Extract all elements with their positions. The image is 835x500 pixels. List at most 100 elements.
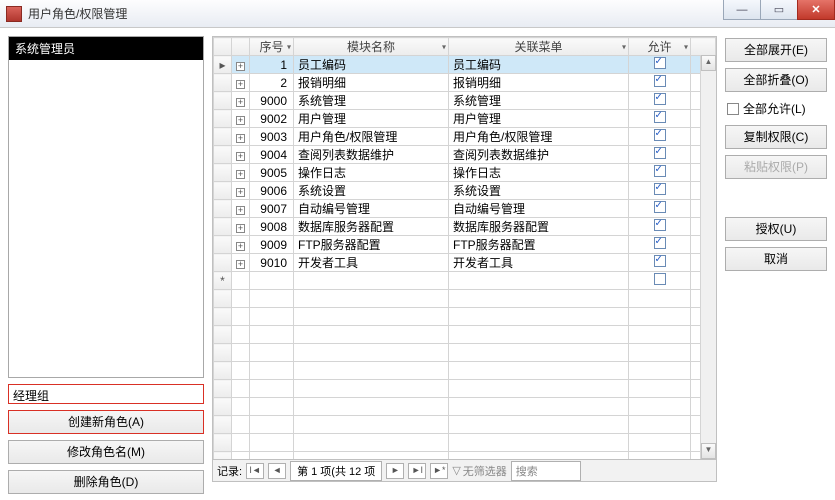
nav-last-button[interactable]: ►I — [408, 463, 426, 479]
allow-cell[interactable] — [629, 128, 691, 146]
allow-cell[interactable] — [629, 236, 691, 254]
nav-prev-button[interactable]: ◄ — [268, 463, 286, 479]
expand-header[interactable] — [232, 38, 250, 56]
minimize-button[interactable]: — — [723, 0, 761, 20]
scroll-up-button[interactable]: ▲ — [701, 55, 716, 71]
table-row[interactable]: +9004查阅列表数据维护查阅列表数据维护 — [214, 146, 716, 164]
module-cell[interactable]: 操作日志 — [294, 164, 449, 182]
record-selector[interactable] — [214, 200, 232, 218]
nav-filter[interactable]: ▽ 无筛选器 — [452, 463, 506, 479]
delete-role-button[interactable]: 删除角色(D) — [8, 470, 204, 494]
allow-cell[interactable] — [629, 200, 691, 218]
collapse-all-button[interactable]: 全部折叠(O) — [725, 68, 827, 92]
expand-cell[interactable]: + — [232, 110, 250, 128]
seq-cell[interactable]: 9007 — [250, 200, 294, 218]
new-record-row[interactable]: * — [214, 272, 716, 290]
maximize-button[interactable]: ▭ — [760, 0, 798, 20]
seq-cell[interactable]: 2 — [250, 74, 294, 92]
record-selector[interactable] — [214, 236, 232, 254]
table-row[interactable]: +2报销明细报销明细 — [214, 74, 716, 92]
table-row[interactable]: ▸+1员工编码员工编码 — [214, 56, 716, 74]
menu-cell[interactable]: 系统设置 — [449, 182, 629, 200]
nav-new-button[interactable]: ►* — [430, 463, 448, 479]
scroll-down-button[interactable]: ▼ — [701, 443, 716, 459]
permissions-grid[interactable]: 序号▾ 模块名称▾ 关联菜单▾ 允许▾ ▸+1员工编码员工编码+2报销明细报销明… — [213, 37, 716, 459]
menu-cell[interactable]: FTP服务器配置 — [449, 236, 629, 254]
create-role-button[interactable]: 创建新角色(A) — [8, 410, 204, 434]
record-selector[interactable] — [214, 110, 232, 128]
rename-role-button[interactable]: 修改角色名(M) — [8, 440, 204, 464]
module-cell[interactable]: 员工编码 — [294, 56, 449, 74]
seq-cell[interactable]: 9006 — [250, 182, 294, 200]
module-cell[interactable]: 自动编号管理 — [294, 200, 449, 218]
seq-cell[interactable]: 9002 — [250, 110, 294, 128]
record-selector[interactable]: ▸ — [214, 56, 232, 74]
allow-cell[interactable] — [629, 92, 691, 110]
table-row[interactable]: +9002用户管理用户管理 — [214, 110, 716, 128]
expand-cell[interactable]: + — [232, 74, 250, 92]
record-selector[interactable] — [214, 146, 232, 164]
record-selector[interactable] — [214, 164, 232, 182]
seq-cell[interactable]: 9005 — [250, 164, 294, 182]
menu-cell[interactable]: 用户角色/权限管理 — [449, 128, 629, 146]
table-row[interactable]: +9006系统设置系统设置 — [214, 182, 716, 200]
nav-search-input[interactable]: 搜索 — [511, 461, 581, 481]
expand-cell[interactable]: + — [232, 92, 250, 110]
module-cell[interactable]: 数据库服务器配置 — [294, 218, 449, 236]
menu-cell[interactable]: 员工编码 — [449, 56, 629, 74]
table-row[interactable]: +9007自动编号管理自动编号管理 — [214, 200, 716, 218]
new-record-marker[interactable]: * — [214, 272, 232, 290]
module-cell[interactable]: 报销明细 — [294, 74, 449, 92]
allow-cell[interactable] — [629, 56, 691, 74]
allow-cell[interactable] — [629, 110, 691, 128]
module-cell[interactable]: 查阅列表数据维护 — [294, 146, 449, 164]
record-selector[interactable] — [214, 74, 232, 92]
role-name-input[interactable]: 经理组 — [8, 384, 204, 404]
menu-cell[interactable]: 自动编号管理 — [449, 200, 629, 218]
expand-cell[interactable]: + — [232, 254, 250, 272]
allow-cell[interactable] — [629, 182, 691, 200]
cancel-button[interactable]: 取消 — [725, 247, 827, 271]
nav-position[interactable]: 第 1 项(共 12 项 — [290, 461, 382, 481]
record-selector[interactable] — [214, 92, 232, 110]
table-row[interactable]: +9005操作日志操作日志 — [214, 164, 716, 182]
allow-cell[interactable] — [629, 164, 691, 182]
expand-cell[interactable]: + — [232, 146, 250, 164]
expand-cell[interactable]: + — [232, 56, 250, 74]
menu-cell[interactable]: 系统管理 — [449, 92, 629, 110]
menu-cell[interactable]: 查阅列表数据维护 — [449, 146, 629, 164]
menu-header[interactable]: 关联菜单▾ — [449, 38, 629, 56]
seq-cell[interactable]: 1 — [250, 56, 294, 74]
expand-all-button[interactable]: 全部展开(E) — [725, 38, 827, 62]
module-cell[interactable]: 用户管理 — [294, 110, 449, 128]
seq-cell[interactable]: 9008 — [250, 218, 294, 236]
copy-permissions-button[interactable]: 复制权限(C) — [725, 125, 827, 149]
seq-cell[interactable]: 9000 — [250, 92, 294, 110]
module-cell[interactable]: 开发者工具 — [294, 254, 449, 272]
expand-cell[interactable]: + — [232, 200, 250, 218]
menu-cell[interactable]: 报销明细 — [449, 74, 629, 92]
seq-cell[interactable]: 9009 — [250, 236, 294, 254]
expand-cell[interactable]: + — [232, 164, 250, 182]
record-selector[interactable] — [214, 218, 232, 236]
table-row[interactable]: +9003用户角色/权限管理用户角色/权限管理 — [214, 128, 716, 146]
record-selector[interactable] — [214, 254, 232, 272]
table-row[interactable]: +9009FTP服务器配置FTP服务器配置 — [214, 236, 716, 254]
table-row[interactable]: +9008数据库服务器配置数据库服务器配置 — [214, 218, 716, 236]
seq-header[interactable]: 序号▾ — [250, 38, 294, 56]
expand-cell[interactable]: + — [232, 128, 250, 146]
role-list-selected[interactable]: 系统管理员 — [9, 37, 203, 60]
menu-cell[interactable]: 用户管理 — [449, 110, 629, 128]
allow-cell[interactable] — [629, 254, 691, 272]
paste-permissions-button[interactable]: 粘贴权限(P) — [725, 155, 827, 179]
module-cell[interactable]: 用户角色/权限管理 — [294, 128, 449, 146]
expand-cell[interactable]: + — [232, 218, 250, 236]
vertical-scrollbar[interactable]: ▲ ▼ — [700, 55, 716, 459]
menu-cell[interactable]: 开发者工具 — [449, 254, 629, 272]
menu-cell[interactable]: 数据库服务器配置 — [449, 218, 629, 236]
table-row[interactable]: +9010开发者工具开发者工具 — [214, 254, 716, 272]
module-cell[interactable]: 系统设置 — [294, 182, 449, 200]
role-list[interactable]: 系统管理员 — [8, 36, 204, 378]
expand-cell[interactable]: + — [232, 236, 250, 254]
module-header[interactable]: 模块名称▾ — [294, 38, 449, 56]
